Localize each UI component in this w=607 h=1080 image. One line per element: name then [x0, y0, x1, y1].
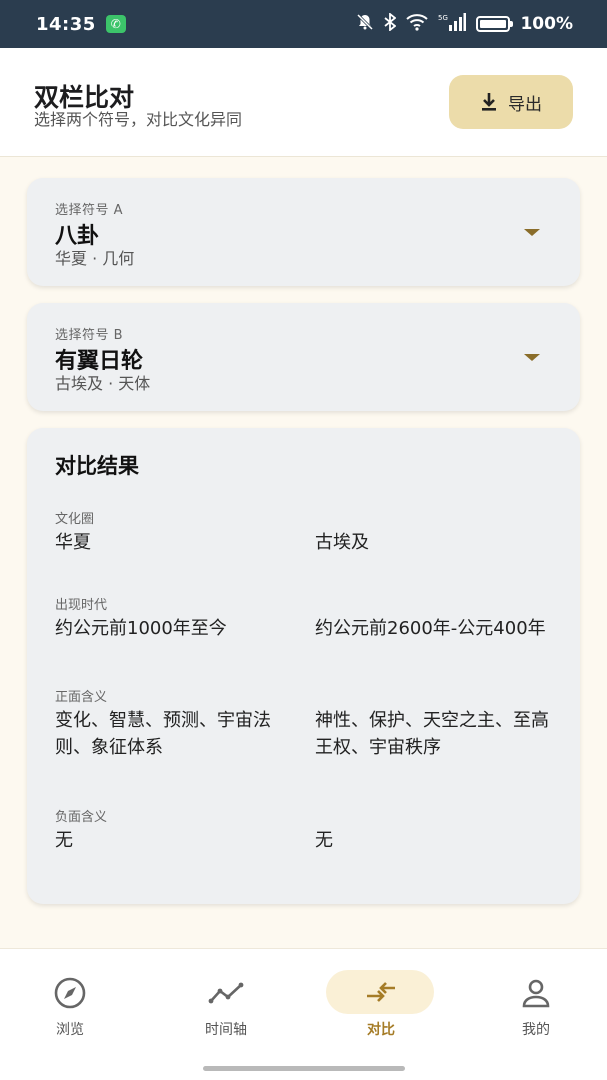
timeline-icon — [208, 982, 244, 1004]
status-icons: 5G 100% — [356, 12, 573, 35]
dropdown-arrow-icon[interactable] — [524, 354, 540, 361]
home-indicator[interactable] — [203, 1066, 405, 1071]
battery-fill — [480, 20, 507, 28]
symbol-a-selector[interactable]: 选择符号 A 八卦 华夏 · 几何 — [27, 178, 580, 286]
row-label: 出现时代 — [55, 598, 108, 613]
row-value-b: 无 — [315, 830, 333, 851]
nav-item-compare[interactable]: 对比 — [326, 969, 436, 1049]
symbol-b-label: 选择符号 B — [55, 328, 124, 343]
export-button-label: 导出 — [508, 94, 542, 115]
comparison-result-card: 对比结果 文化圈 华夏 古埃及 出现时代 约公元前1000年至今 约公元前260… — [27, 428, 580, 904]
compare-arrows-icon — [367, 982, 395, 1002]
wifi-icon — [406, 13, 429, 35]
symbol-b-selector[interactable]: 选择符号 B 有翼日轮 古埃及 · 天体 — [27, 303, 580, 411]
page-subtitle: 选择两个符号，对比文化异同 — [34, 110, 243, 129]
mute-bell-icon — [356, 13, 374, 35]
download-icon — [482, 93, 496, 111]
nav-label: 我的 — [522, 1022, 550, 1038]
network-type: 5G — [438, 14, 448, 22]
status-time: 14:35 — [36, 13, 96, 35]
person-icon — [522, 979, 550, 1008]
nav-item-profile[interactable]: 我的 — [481, 969, 591, 1049]
symbol-a-meta: 华夏 · 几何 — [55, 249, 135, 268]
row-label: 文化圈 — [55, 512, 95, 527]
export-button[interactable]: 导出 — [449, 75, 573, 129]
row-value-b: 古埃及 — [315, 532, 369, 553]
nav-label: 时间轴 — [205, 1022, 247, 1038]
nav-item-browse[interactable]: 浏览 — [15, 969, 125, 1049]
row-value-a: 变化、智慧、预测、宇宙法则、象征体系 — [55, 710, 271, 758]
symbol-b-meta: 古埃及 · 天体 — [55, 374, 151, 393]
battery-percent: 100% — [520, 14, 573, 34]
row-value-b: 约公元前2600年-公元400年 — [315, 618, 546, 639]
bluetooth-icon — [384, 12, 397, 35]
nav-item-timeline[interactable]: 时间轴 — [171, 969, 281, 1049]
cellular-signal-icon: 5G — [438, 13, 467, 35]
status-bar: 14:35 ✆ 5G 100% — [0, 0, 607, 48]
battery-icon — [476, 16, 514, 32]
symbol-a-label: 选择符号 A — [55, 203, 124, 218]
row-value-a: 无 — [55, 830, 73, 851]
nav-label: 浏览 — [56, 1022, 84, 1038]
app-header: 双栏比对 选择两个符号，对比文化异同 导出 — [0, 48, 607, 157]
result-title: 对比结果 — [55, 454, 139, 478]
compass-icon — [54, 977, 86, 1009]
nav-label: 对比 — [367, 1022, 395, 1038]
dropdown-arrow-icon[interactable] — [524, 229, 540, 236]
row-value-b: 神性、保护、天空之主、至高王权、宇宙秩序 — [315, 710, 549, 758]
bottom-nav: 浏览 时间轴 对比 我的 — [0, 948, 607, 1080]
row-value-a: 华夏 — [55, 532, 91, 553]
row-value-a: 约公元前1000年至今 — [55, 618, 227, 639]
phone-call-icon: ✆ — [105, 15, 126, 33]
row-label: 正面含义 — [55, 690, 108, 705]
row-label: 负面含义 — [55, 810, 108, 825]
